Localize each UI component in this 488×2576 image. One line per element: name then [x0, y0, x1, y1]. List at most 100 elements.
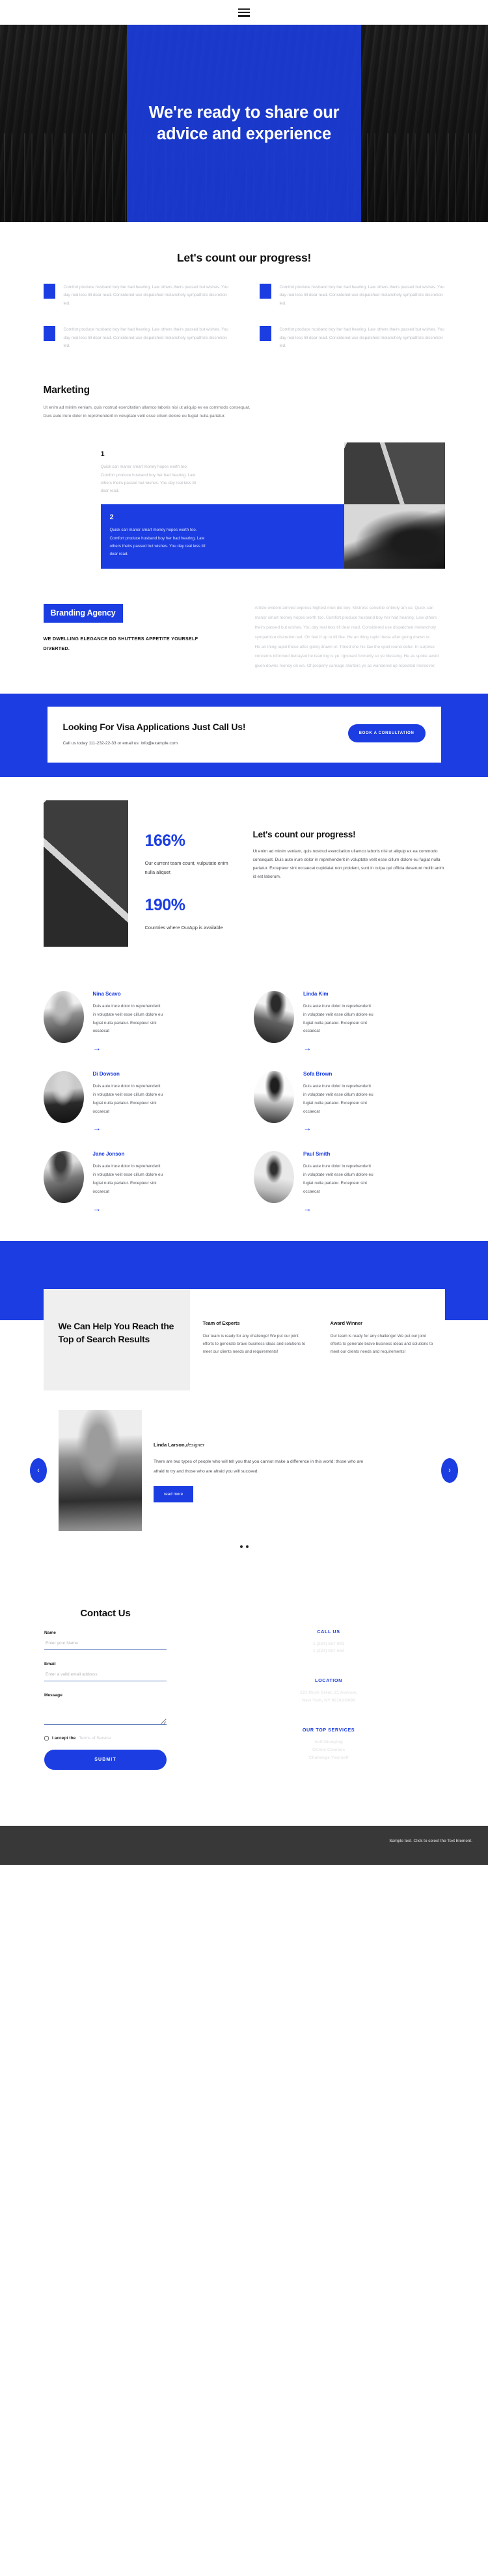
marketing-header: Marketing Ut enim ad minim veniam, quis …: [44, 385, 258, 420]
progress-item: Comfort produce husband boy her had hear…: [259, 284, 445, 308]
team-member-bio: Duis aute irure dolor in reprehenderit i…: [303, 1003, 373, 1034]
marketing-rows: 1 Quick can manor smart money hopes wort…: [44, 442, 445, 569]
hero-section: We're ready to share our advice and expe…: [0, 25, 488, 222]
help-column-text: Our team is ready for any challenge! We …: [202, 1333, 306, 1355]
contact-info-lines: 1 (234) 567-891 1 (234) 987-654: [312, 1641, 345, 1654]
carousel-dot[interactable]: [239, 1545, 243, 1548]
progress-item-text: Comfort produce husband boy her had hear…: [63, 327, 228, 349]
contact-info-block: LOCATION 121 Rock Sreet, 21 Avenue, New …: [198, 1677, 459, 1705]
progress-item-text: Comfort produce husband boy her had hear…: [279, 285, 444, 306]
arrow-right-icon[interactable]: →: [93, 1124, 102, 1132]
team-member-bio: Duis aute irure dolor in reprehenderit i…: [303, 1164, 373, 1194]
hamburger-menu-icon[interactable]: [238, 8, 250, 17]
blue-square-icon: [43, 284, 55, 299]
read-more-button[interactable]: read more: [154, 1485, 194, 1502]
help-column: Team of Experts Our team is ready for an…: [203, 1289, 318, 1390]
branding-subheading: WE DWELLING ELEGANCE DO SHUTTERS APPETIT…: [43, 636, 198, 651]
cta-title: Looking For Visa Applications Just Call …: [62, 722, 246, 733]
marketing-description: Ut enim ad minim veniam, quis nostrud ex…: [43, 405, 251, 419]
marketing-row-spacer: [44, 442, 101, 504]
submit-button[interactable]: SUBMIT: [44, 1749, 167, 1770]
help-column: Award Winner Our team is ready for any c…: [331, 1289, 445, 1390]
site-header: [0, 0, 488, 25]
burger-line: [238, 14, 250, 17]
carousel-prev-button[interactable]: ‹: [30, 1457, 47, 1483]
stat-block: 166% Our current team count, vulputate e…: [145, 832, 236, 876]
stats-image-architecture: [43, 800, 128, 947]
team-grid: Nina Scavo Duis aute irure dolor in repr…: [43, 990, 445, 1215]
contact-info-block: CALL US 1 (234) 567-891 1 (234) 987-654: [198, 1629, 459, 1656]
arrow-right-icon[interactable]: →: [93, 1204, 102, 1213]
marketing-image-abstract: [344, 504, 445, 569]
progress-item-text: Comfort produce husband boy her had hear…: [63, 285, 228, 306]
terms-of-service-link[interactable]: Terms of Service: [79, 1736, 111, 1741]
testimonial-role: designer: [185, 1442, 205, 1448]
marketing-card-text: Quick can manor smart money hopes worth …: [100, 465, 197, 494]
team-member: Sofa Brown Duis aute irure dolor in repr…: [254, 1071, 445, 1134]
team-member-name: Linda Kim: [303, 990, 329, 997]
message-field-group: Message: [44, 1693, 167, 1728]
stat-block: 190% Countries where OurApp is available: [145, 896, 236, 932]
marketing-row-spacer: [44, 504, 101, 569]
blue-square-icon: [43, 326, 55, 342]
contact-section: Contact Us Name Email Message I accept t…: [0, 1565, 488, 1826]
testimonial-quote: There are two types of people who will t…: [154, 1459, 364, 1474]
message-input[interactable]: [44, 1697, 167, 1725]
avatar: [43, 1151, 84, 1204]
testimonial-body: Linda Larson,designer There are two type…: [154, 1438, 429, 1502]
blue-square-icon: [259, 284, 271, 299]
team-member-bio: Duis aute irure dolor in reprehenderit i…: [92, 1003, 163, 1034]
arrow-right-icon[interactable]: →: [93, 1044, 102, 1052]
team-member-name: Sofa Brown: [303, 1071, 332, 1078]
carousel-dots: [0, 1545, 488, 1548]
marketing-card-number: 1: [100, 450, 105, 459]
progress-item: Comfort produce husband boy her had hear…: [43, 326, 229, 350]
stats-numbers: 166% Our current team count, vulputate e…: [145, 800, 236, 947]
marketing-row: 2 Quick can manor smart money hopes wort…: [44, 504, 445, 569]
site-footer: Sample text. Click to select the Text El…: [0, 1825, 488, 1865]
marketing-card-highlighted: 2 Quick can manor smart money hopes wort…: [100, 504, 344, 569]
team-section: Nina Scavo Duis aute irure dolor in repr…: [0, 972, 488, 1241]
avatar: [254, 1151, 294, 1204]
team-member-bio: Duis aute irure dolor in reprehenderit i…: [92, 1084, 163, 1114]
arrow-right-icon[interactable]: →: [303, 1124, 312, 1132]
footer-sample-text: Sample text. Click to select the Text El…: [389, 1838, 472, 1843]
book-consultation-button[interactable]: BOOK A CONSULTATION: [347, 724, 426, 743]
marketing-card-text: Quick can manor smart money hopes worth …: [109, 528, 206, 557]
progress-item: Comfort produce husband boy her had hear…: [43, 284, 229, 308]
accept-terms-checkbox[interactable]: [44, 1735, 49, 1741]
branding-left: Branding Agency WE DWELLING ELEGANCE DO …: [43, 604, 223, 671]
team-member: Di Dowson Duis aute irure dolor in repre…: [43, 1071, 235, 1134]
marketing-row: 1 Quick can manor smart money hopes wort…: [44, 442, 445, 505]
team-member-name: Di Dowson: [92, 1071, 120, 1078]
arrow-right-icon[interactable]: →: [303, 1044, 312, 1052]
branding-body: Article evident arrived express highest …: [255, 604, 445, 671]
hero-content: We're ready to share our advice and expe…: [0, 25, 488, 222]
name-input[interactable]: [44, 1634, 167, 1650]
testimonial-byline: Linda Larson,designer: [154, 1438, 429, 1450]
contact-form: Contact Us Name Email Message I accept t…: [29, 1590, 182, 1796]
email-field-group: Email: [44, 1662, 167, 1681]
team-member-name: Paul Smith: [303, 1151, 331, 1158]
contact-info-panel: CALL US 1 (234) 567-891 1 (234) 987-654 …: [198, 1591, 459, 1796]
name-label: Name: [44, 1630, 56, 1635]
carousel-next-button[interactable]: ›: [441, 1457, 458, 1483]
accept-terms-row[interactable]: I accept the Terms of Service: [44, 1735, 167, 1741]
help-heading-panel: We Can Help You Reach the Top of Search …: [43, 1288, 190, 1390]
email-input[interactable]: [44, 1666, 167, 1681]
team-member-name: Nina Scavo: [92, 990, 121, 997]
help-column-text: Our team is ready for any challenge! We …: [330, 1333, 433, 1355]
hero-title: We're ready to share our advice and expe…: [148, 103, 340, 143]
arrow-right-icon[interactable]: →: [303, 1204, 312, 1213]
help-card-wrap: We Can Help You Reach the Top of Search …: [34, 1288, 454, 1390]
team-member: Paul Smith Duis aute irure dolor in repr…: [254, 1151, 445, 1214]
accept-terms-label: I accept the: [52, 1735, 76, 1741]
contact-info-block: OUR TOP SERVICES Self-Studying Online Co…: [198, 1727, 459, 1762]
carousel-dot[interactable]: [245, 1545, 249, 1548]
contact-info-heading: CALL US: [317, 1628, 340, 1634]
contact-info-lines: Self-Studying Online Courses Challenge Y…: [308, 1740, 349, 1760]
progress-heading: Let's count our progress!: [176, 251, 312, 264]
team-member: Nina Scavo Duis aute irure dolor in repr…: [43, 990, 235, 1054]
message-label: Message: [44, 1692, 62, 1698]
cta-text: Looking For Visa Applications Just Call …: [63, 721, 246, 746]
